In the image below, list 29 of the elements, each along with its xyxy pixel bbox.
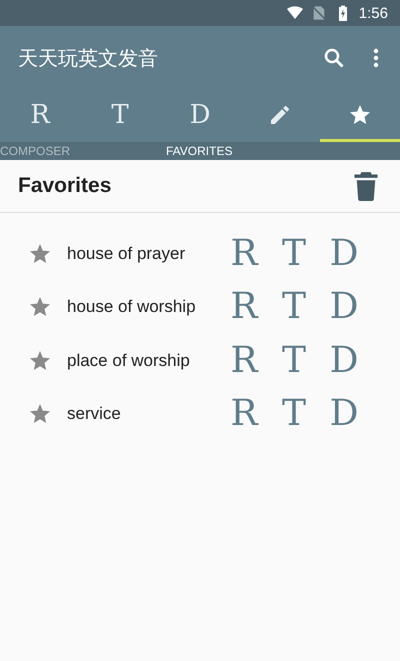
pronounce-button[interactable]: T: [279, 289, 309, 326]
pronounce-button[interactable]: D: [329, 342, 359, 379]
pronounce-button[interactable]: R: [229, 289, 259, 326]
tab-caption: FAVORITES: [166, 144, 234, 158]
pronounce-button[interactable]: R: [229, 236, 259, 272]
trash-icon[interactable]: [352, 171, 380, 201]
favorite-word[interactable]: house of prayer: [67, 244, 229, 264]
tab[interactable]: R: [0, 90, 80, 142]
pronounce-button[interactable]: R: [229, 396, 259, 432]
favorite-word[interactable]: house of worship: [67, 297, 229, 318]
pronounce-button[interactable]: T: [279, 236, 309, 272]
section-title: Favorites: [18, 174, 112, 198]
pronounce-button[interactable]: T: [279, 342, 309, 379]
search-icon[interactable]: [322, 46, 346, 70]
pronounce-button[interactable]: D: [329, 236, 359, 272]
pronounce-button[interactable]: R: [229, 342, 259, 379]
wifi-icon: [286, 5, 303, 21]
pronounce-button[interactable]: D: [329, 396, 359, 432]
tab-caption: COMPOSER: [0, 144, 72, 158]
star-icon: [348, 102, 372, 126]
app-title: 天天玩英文发音: [18, 44, 159, 72]
pronounce-button[interactable]: T: [279, 396, 309, 432]
pronounce-button[interactable]: D: [329, 289, 359, 326]
status-time: 1:56: [358, 4, 388, 22]
no-sim-icon: [310, 5, 327, 21]
favorite-word[interactable]: service: [67, 404, 229, 424]
tab[interactable]: D: [160, 90, 240, 142]
tab[interactable]: T: [80, 90, 160, 142]
favorite-word[interactable]: place of worship: [67, 350, 229, 371]
